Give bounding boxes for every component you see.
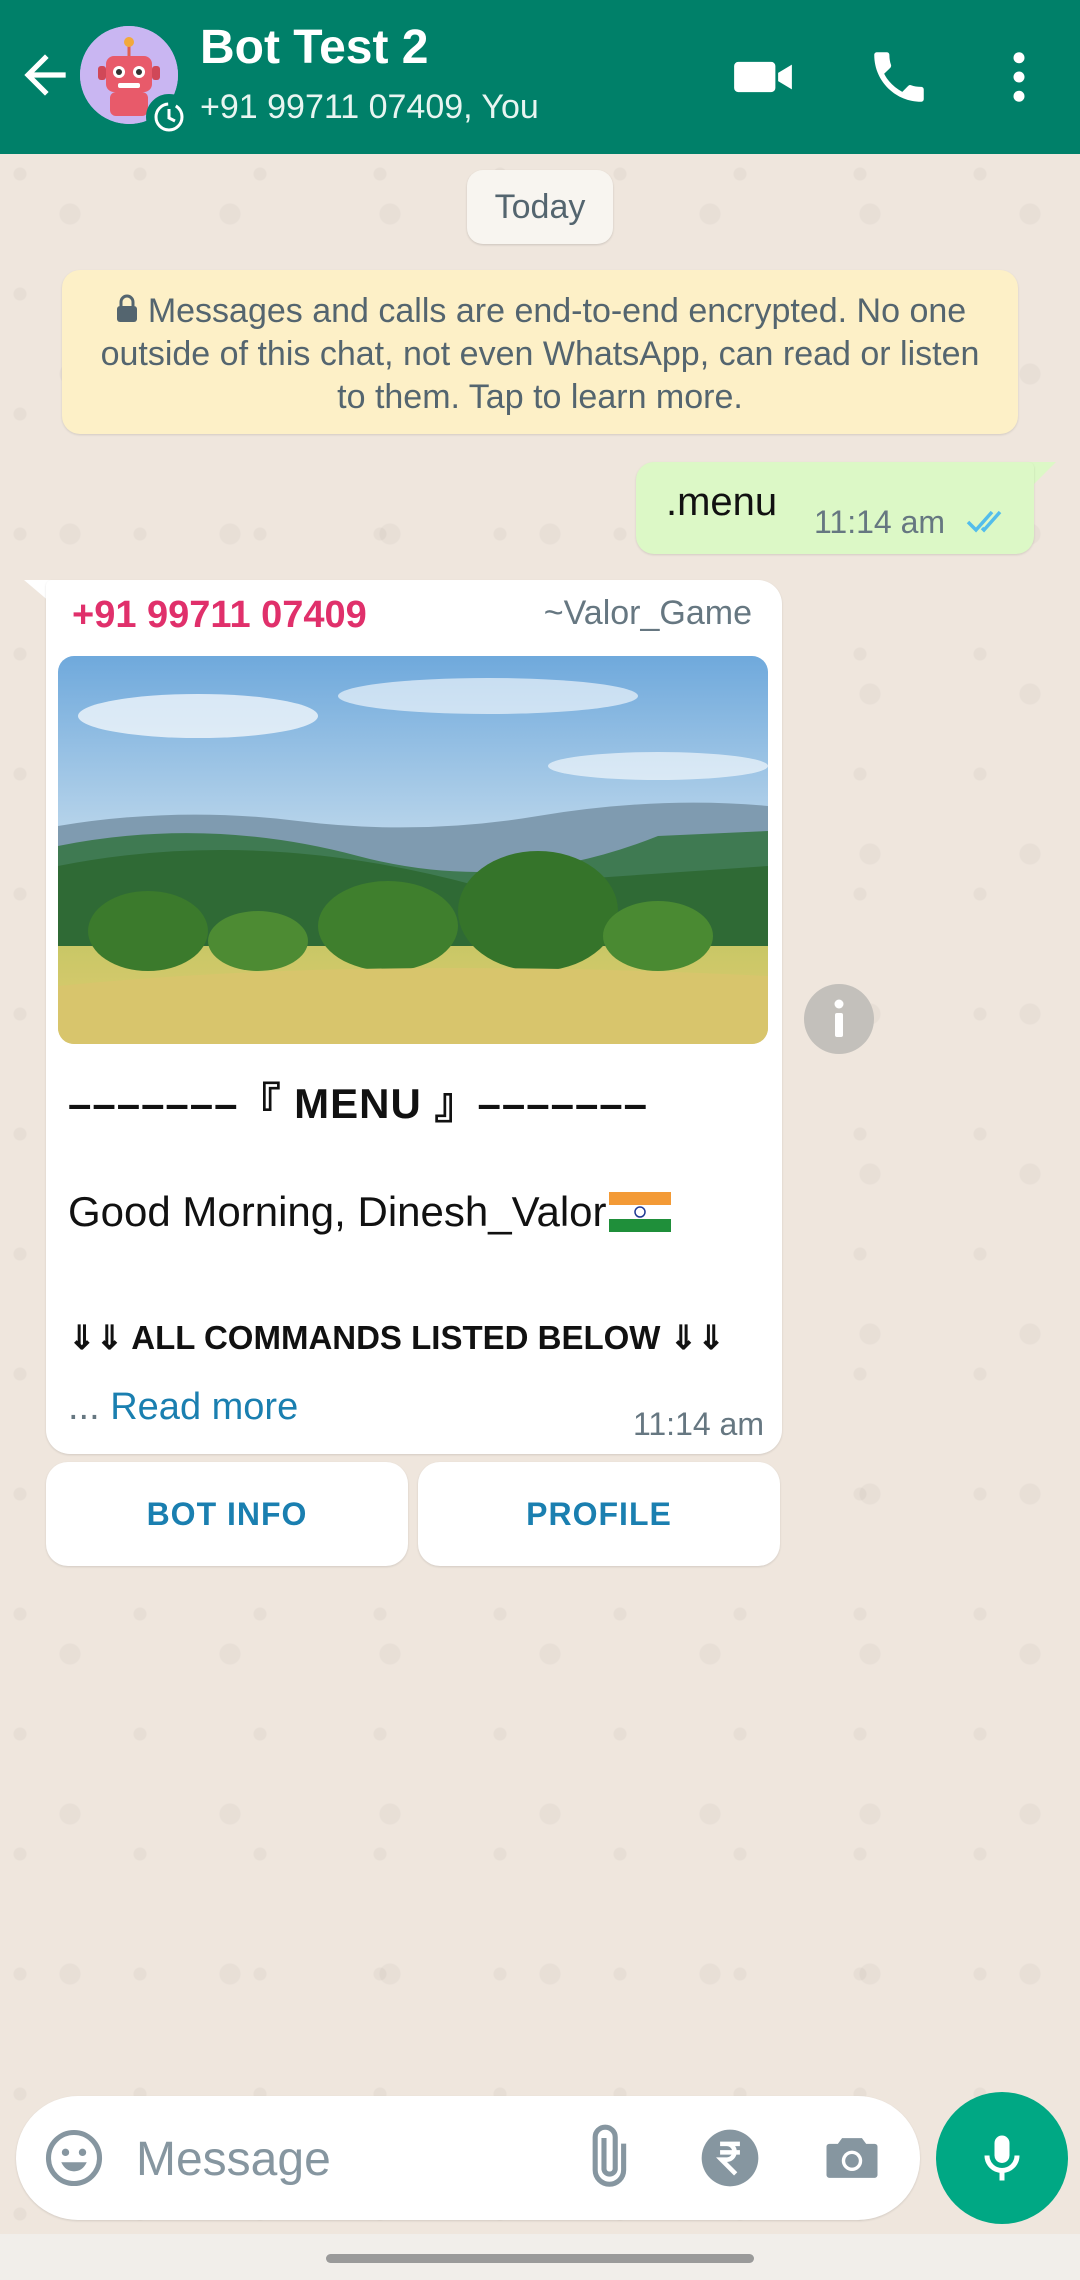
profile-button[interactable]: PROFILE bbox=[418, 1462, 780, 1566]
home-gesture-handle[interactable] bbox=[326, 2254, 754, 2263]
video-call-icon[interactable] bbox=[730, 44, 796, 110]
india-flag-icon bbox=[608, 1190, 671, 1234]
encryption-notice-text: Messages and calls are end-to-end encryp… bbox=[100, 292, 980, 416]
info-icon[interactable] bbox=[804, 984, 874, 1054]
read-more-line: ... Read more bbox=[68, 1386, 298, 1429]
more-options-icon[interactable] bbox=[986, 44, 1052, 110]
chat-title[interactable]: Bot Test 2 bbox=[200, 20, 428, 75]
incoming-message-time: 11:14 am bbox=[632, 1406, 764, 1442]
landscape-image[interactable] bbox=[58, 656, 768, 1044]
attach-icon[interactable] bbox=[572, 2124, 640, 2192]
mic-icon bbox=[984, 2135, 1020, 2181]
commands-line: ⇓⇓ ALL COMMANDS LISTED BELOW ⇓⇓ bbox=[68, 1319, 725, 1356]
chat-subtitle[interactable]: +91 99711 07409, You bbox=[200, 88, 539, 127]
camera-icon[interactable] bbox=[818, 2124, 886, 2192]
outgoing-message-text: .menu bbox=[666, 480, 778, 524]
disappearing-timer-icon bbox=[146, 94, 192, 140]
sender-alias: ~Valor_Game bbox=[543, 594, 752, 632]
greeting-line: Good Morning, Dinesh_Valor bbox=[68, 1188, 671, 1236]
back-arrow-icon[interactable] bbox=[14, 44, 76, 106]
date-chip: Today bbox=[467, 170, 613, 244]
read-more-link[interactable]: Read more bbox=[110, 1386, 298, 1428]
outgoing-message[interactable]: .menu 11:14 am bbox=[636, 462, 1034, 554]
mic-button[interactable] bbox=[936, 2092, 1068, 2224]
incoming-message-card[interactable]: +91 99711 07409 ~Valor_Game –––––––『 MEN… bbox=[46, 580, 782, 1454]
rupee-payment-icon[interactable] bbox=[696, 2124, 764, 2192]
voice-call-icon[interactable] bbox=[866, 44, 932, 110]
greeting-text: Good Morning, Dinesh_Valor bbox=[68, 1188, 607, 1235]
read-receipt-icon bbox=[966, 506, 1014, 536]
ellipsis: ... bbox=[68, 1386, 111, 1428]
menu-title: –––––––『 MENU 』––––––– bbox=[68, 1080, 649, 1127]
message-input[interactable] bbox=[134, 2122, 558, 2196]
message-composer bbox=[16, 2096, 920, 2220]
outgoing-message-time: 11:14 am bbox=[814, 504, 946, 540]
lock-icon bbox=[114, 292, 140, 322]
encryption-notice[interactable]: Messages and calls are end-to-end encryp… bbox=[62, 270, 1018, 434]
emoji-icon[interactable] bbox=[40, 2124, 108, 2192]
bot-info-button[interactable]: BOT INFO bbox=[46, 1462, 408, 1566]
sender-name[interactable]: +91 99711 07409 bbox=[72, 594, 367, 637]
chat-header: Bot Test 2 +91 99711 07409, You bbox=[0, 0, 1080, 154]
